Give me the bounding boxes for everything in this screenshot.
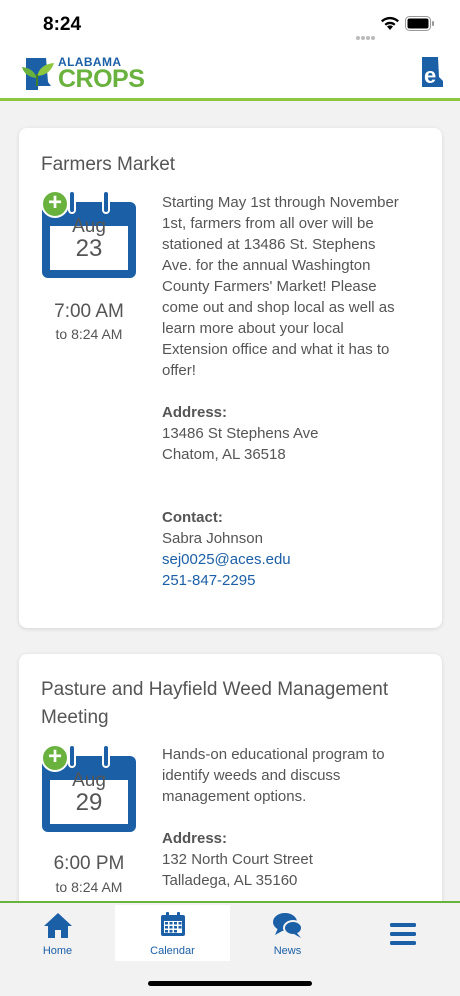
event-day: 23: [75, 235, 103, 262]
event-day: 29: [75, 789, 103, 816]
contact-phone-link[interactable]: 251-847-2295: [162, 572, 255, 589]
news-icon: [273, 913, 303, 938]
alabama-crops-logo[interactable]: ALABAMA CROPS: [18, 54, 148, 94]
event-description: Starting May 1st through November 1st, f…: [162, 194, 399, 379]
event-end-time: to 8:24 AM: [55, 326, 123, 342]
event-end-time: to 8:24 AM: [55, 879, 123, 895]
event-card[interactable]: Farmers Market + Aug 23 7:00 AM to 8:24 …: [19, 128, 442, 628]
tab-calendar[interactable]: Calendar: [115, 905, 230, 961]
status-bar: 8:24: [0, 0, 460, 48]
extension-logo-icon[interactable]: e: [420, 55, 444, 94]
address-line-1: 132 North Court Street: [162, 851, 313, 868]
tab-home[interactable]: Home: [0, 905, 115, 961]
address-label: Address:: [162, 830, 228, 847]
contact-name: Sabra Johnson: [162, 530, 263, 547]
event-title: Farmers Market: [41, 154, 176, 175]
status-time: 8:24: [43, 14, 82, 35]
address-line-2: Chatom, AL 36518: [162, 446, 286, 463]
event-details: Hands-on educational program to identify…: [162, 744, 402, 891]
calendar-icon: [161, 912, 185, 936]
event-title: Pasture and Hayfield Weed Management Mee…: [41, 679, 389, 728]
event-details: Starting May 1st through November 1st, f…: [162, 192, 402, 591]
event-description: Hands-on educational program to identify…: [162, 746, 385, 805]
add-to-calendar-button[interactable]: + Aug 29: [41, 744, 136, 844]
address-line-1: 13486 St Stephens Ave: [162, 425, 319, 442]
address-line-2: Talladega, AL 35160: [162, 872, 298, 889]
menu-icon: [390, 923, 416, 945]
wifi-icon: [380, 16, 400, 36]
battery-icon: [405, 16, 435, 36]
home-icon: [44, 913, 72, 938]
tab-label: Home: [42, 945, 73, 957]
event-start-time: 6:00 PM: [53, 853, 125, 874]
event-start-time: 7:00 AM: [54, 301, 124, 322]
tab-news[interactable]: News: [230, 905, 345, 961]
contact-label: Contact:: [162, 509, 223, 526]
event-list[interactable]: Farmers Market + Aug 23 7:00 AM to 8:24 …: [0, 104, 460, 901]
tab-label: Calendar: [150, 945, 195, 957]
app-header: ALABAMA CROPS e: [0, 48, 460, 101]
tab-menu[interactable]: [345, 905, 460, 961]
plus-icon: +: [41, 190, 69, 218]
address-label: Address:: [162, 404, 228, 421]
contact-email-link[interactable]: sej0025@aces.edu: [162, 551, 291, 568]
tab-label: News: [273, 945, 302, 957]
plus-icon: +: [41, 744, 69, 772]
svg-text:e: e: [424, 63, 436, 88]
add-to-calendar-button[interactable]: + Aug 23: [41, 190, 136, 290]
signal-dots-icon: [356, 27, 376, 40]
alabama-state-icon: [22, 58, 54, 90]
event-card[interactable]: Pasture and Hayfield Weed Management Mee…: [19, 654, 442, 901]
home-indicator[interactable]: [148, 981, 312, 986]
logo-text-crops: CROPS: [58, 65, 145, 93]
